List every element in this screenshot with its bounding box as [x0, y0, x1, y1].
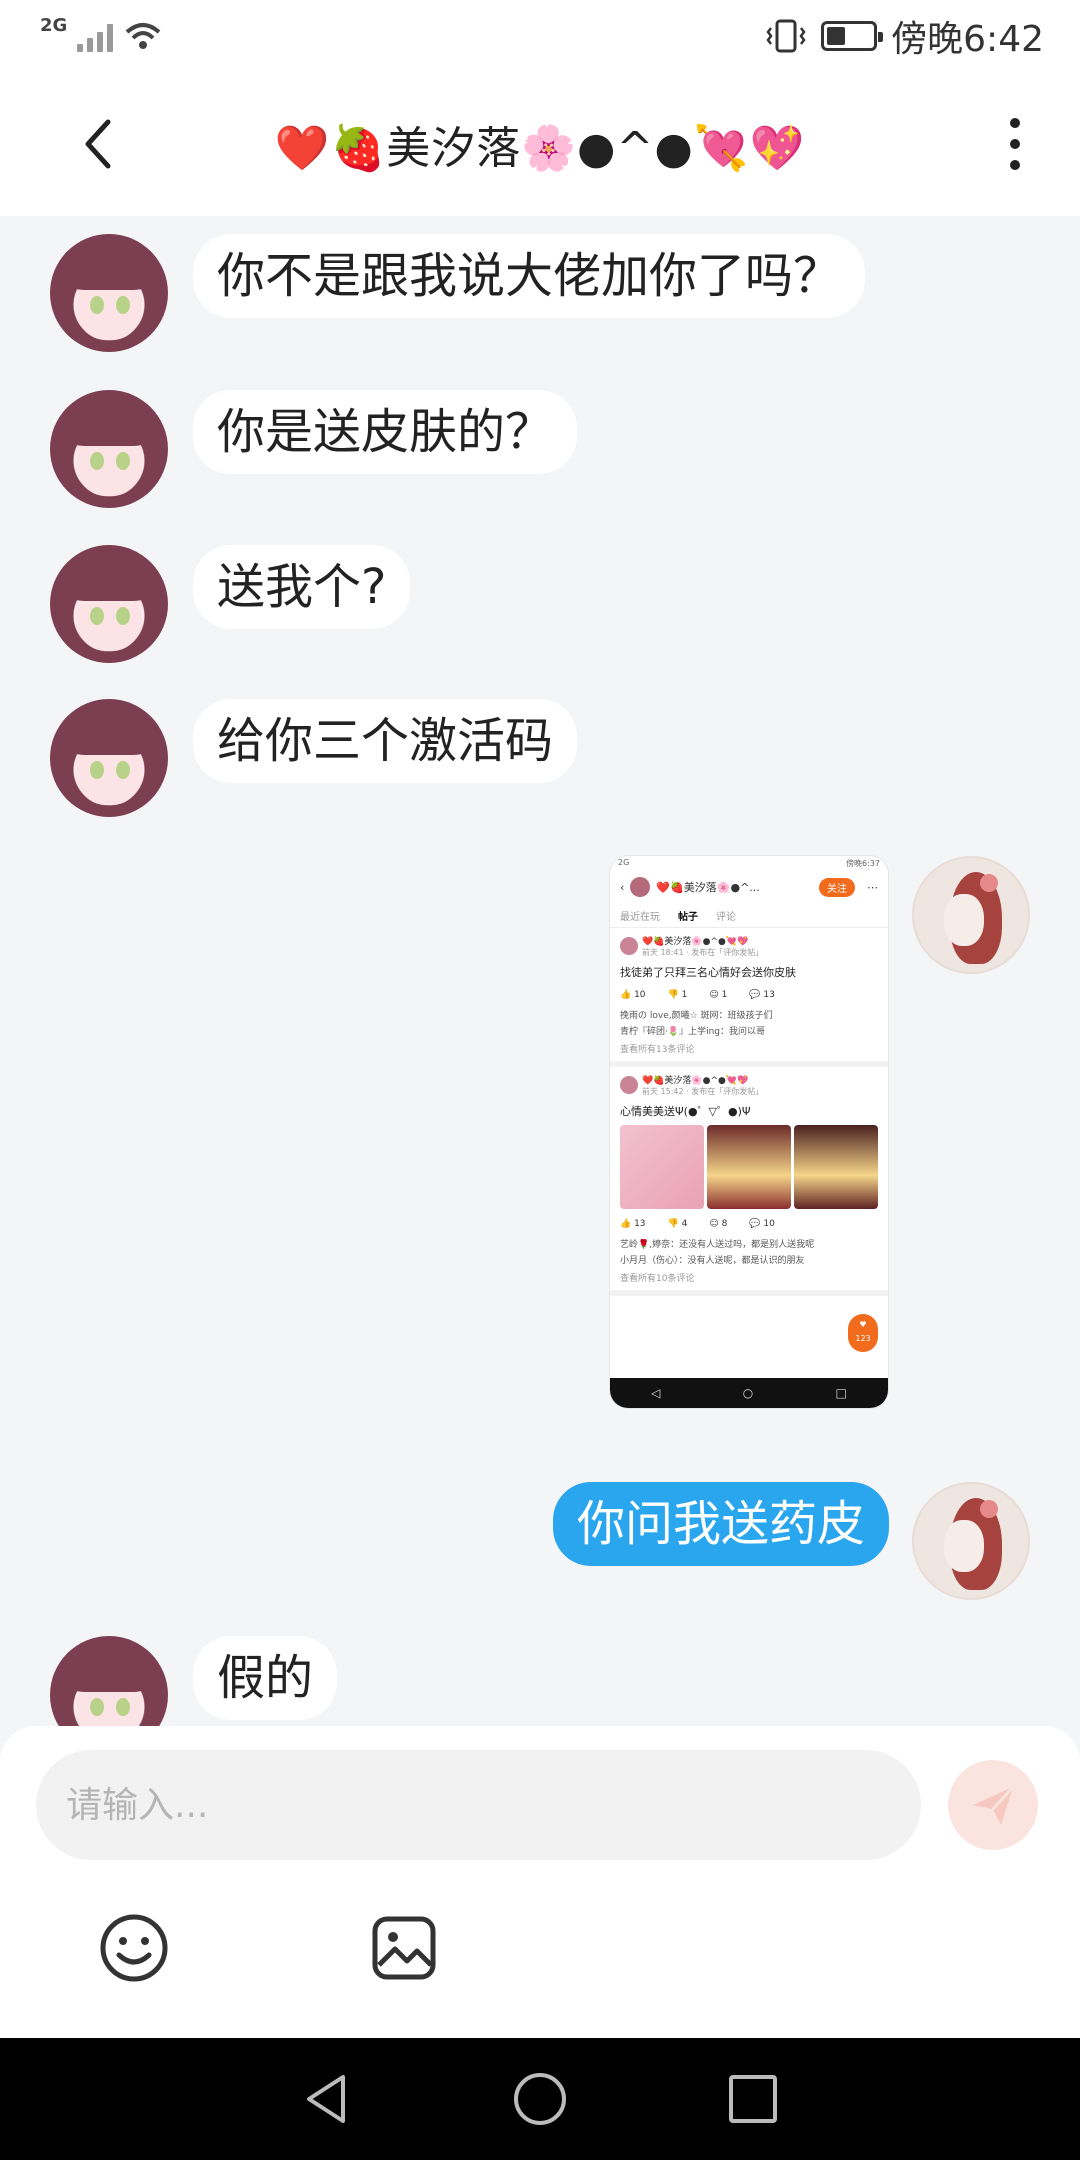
- composer: [0, 1726, 1080, 2038]
- screenshot-tabs: 最近在玩 帖子 评论: [610, 904, 888, 928]
- post-actions: 👍 10 👎 1 ☺ 1 💬 13: [620, 990, 878, 1000]
- square-recents-icon: [729, 2075, 778, 2123]
- post-actions: 👍 13 👎 4 ☺ 8 💬 10: [620, 1219, 878, 1229]
- post-text: 找徒弟了只拜三名心情好会送你皮肤: [620, 966, 796, 979]
- post-text: 心情美美送Ψ(●゜▽゜●)Ψ: [620, 1105, 751, 1118]
- system-nav-bar: [0, 2038, 1080, 2160]
- screenshot-time: 傍晚6:37: [846, 859, 880, 868]
- triangle-back-icon: [306, 2075, 345, 2123]
- heart-badge: ♥ 123: [848, 1314, 878, 1352]
- signal-icon: [77, 20, 114, 52]
- screenshot-status-bar: 2G 傍晚6:37: [618, 858, 880, 868]
- back-button[interactable]: [70, 116, 126, 172]
- screenshot-tab: 最近在玩: [620, 912, 660, 923]
- vibrate-icon: [766, 19, 806, 53]
- comment-count: 💬 10: [749, 1219, 775, 1229]
- screenshot-post: ❤️🍓美汐落🌸●^●💘💖 前天 15:42 · 发布在「评你发帖」 心情美美送Ψ…: [610, 1067, 888, 1352]
- screenshot-image-message[interactable]: 2G 傍晚6:37 ‹ ❤️🍓美汐落🌸●^... 关注 ⋯ 最近在玩 帖子 评论 …: [610, 856, 888, 1408]
- image-icon: [372, 1916, 436, 1980]
- self-avatar[interactable]: [912, 1482, 1030, 1600]
- post-author: ❤️🍓美汐落🌸●^●💘💖: [642, 1076, 749, 1086]
- comment-count: 💬 13: [749, 990, 775, 1000]
- back-nav-icon: ◁: [651, 1386, 661, 1400]
- status-bar: 2G 傍晚6:42: [0, 0, 1080, 72]
- screenshot-avatar: [630, 877, 651, 897]
- chat-header: ❤️🍓美汐落🌸●^●💘💖: [0, 72, 1080, 216]
- more-dot-icon: [1010, 118, 1020, 128]
- post-author-row: ❤️🍓美汐落🌸●^●💘💖 前天 15:42 · 发布在「评你发帖」: [620, 1073, 878, 1097]
- image-picker-button[interactable]: [368, 1912, 440, 1984]
- screenshot-navbar: ◁ ○ □: [610, 1378, 888, 1408]
- nav-recents-button[interactable]: [718, 2064, 788, 2134]
- screenshot-header: ‹ ❤️🍓美汐落🌸●^... 关注 ⋯: [610, 870, 888, 904]
- post-images: [620, 1125, 878, 1209]
- emoji-button[interactable]: [98, 1912, 170, 1984]
- message-list[interactable]: 你不是跟我说大佬加你了吗？ 你是送皮肤的？ 送我个? 给你三个激活码 2G 傍晚6…: [0, 216, 1080, 1726]
- recent-nav-icon: □: [835, 1386, 847, 1400]
- screenshot-tab: 帖子: [678, 912, 698, 923]
- message-bubble-received[interactable]: 你不是跟我说大佬加你了吗？: [193, 234, 866, 318]
- screenshot-username: ❤️🍓美汐落🌸●^...: [656, 881, 760, 894]
- post-avatar: [620, 1076, 638, 1094]
- home-nav-icon: ○: [742, 1386, 754, 1400]
- dislike-count: 👎 1: [667, 990, 688, 1000]
- contact-avatar[interactable]: [50, 1636, 168, 1726]
- comment-line: 艺岭🌹,婷奈：还没有人送过吗，都是别人送我呢: [620, 1240, 815, 1250]
- contact-avatar[interactable]: [50, 545, 168, 663]
- battery-icon: [821, 21, 884, 51]
- message-input[interactable]: [36, 1750, 921, 1860]
- circle-home-icon: [513, 2073, 566, 2125]
- view-all-comments: 查看所有13条评论: [620, 1045, 695, 1055]
- post-author: ❤️🍓美汐落🌸●^●💘💖: [642, 937, 749, 947]
- contact-avatar[interactable]: [50, 699, 168, 817]
- post-comments: 艺岭🌹,婷奈：还没有人送过吗，都是别人送我呢 小月月（伤心）：没有人送呢，都是认…: [620, 1237, 878, 1269]
- screenshot-tab: 评论: [716, 912, 736, 923]
- battery-fill: [827, 27, 845, 45]
- post-author-row: ❤️🍓美汐落🌸●^●💘💖 前天 18:41 · 发布在「评你发帖」: [620, 934, 878, 958]
- post-image: [794, 1125, 878, 1209]
- network-type: 2G: [40, 14, 68, 36]
- post-comments: 挽雨の love,颜曦☆ 斑网：班级孩子们 青柠『碎团·🌷』上学ing：我问以哥: [620, 1008, 878, 1040]
- send-button[interactable]: [948, 1760, 1038, 1850]
- chevron-left-icon: [85, 119, 111, 169]
- message-bubble-received[interactable]: 你是送皮肤的？: [193, 390, 578, 474]
- more-dot-icon: [1010, 139, 1020, 149]
- nav-back-button[interactable]: [292, 2064, 362, 2134]
- contact-avatar[interactable]: [50, 390, 168, 508]
- more-dot-icon: [1010, 160, 1020, 170]
- post-avatar: [620, 937, 638, 955]
- post-image: [707, 1125, 791, 1209]
- nav-home-button[interactable]: [505, 2064, 575, 2134]
- status-left: 2G: [40, 15, 163, 58]
- post-meta: 前天 15:42 · 发布在「评你发帖」: [642, 1087, 764, 1096]
- comment-line: 青柠『碎团·🌷』上学ing：我问以哥: [620, 1027, 765, 1037]
- screenshot-follow-button: 关注: [819, 877, 855, 897]
- like-count: 👍 10: [620, 990, 646, 1000]
- comment-line: 小月月（伤心）：没有人送呢，都是认识的朋友: [620, 1256, 805, 1266]
- self-avatar[interactable]: [912, 856, 1030, 974]
- send-icon: [973, 1785, 1015, 1825]
- message-bubble-received[interactable]: 送我个?: [193, 545, 411, 629]
- more-icon: ⋯: [867, 880, 878, 894]
- smiley-icon: [100, 1914, 168, 1982]
- contact-avatar[interactable]: [50, 234, 168, 352]
- comment-line: 挽雨の love,颜曦☆ 斑网：班级孩子们: [620, 1011, 773, 1021]
- dislike-count: 👎 4: [667, 1219, 688, 1229]
- message-bubble-sent[interactable]: 你问我送药皮: [553, 1482, 890, 1566]
- message-bubble-received[interactable]: 假的: [193, 1636, 338, 1720]
- screenshot-post: ❤️🍓美汐落🌸●^●💘💖 前天 18:41 · 发布在「评你发帖」 找徒弟了只拜…: [610, 928, 888, 1067]
- chevron-left-icon: ‹: [620, 880, 625, 894]
- message-bubble-received[interactable]: 给你三个激活码: [193, 699, 578, 783]
- post-meta: 前天 18:41 · 发布在「评你发帖」: [642, 948, 764, 957]
- status-right: 傍晚6:42: [765, 10, 1044, 62]
- wifi-icon: [125, 23, 161, 49]
- chat-title: ❤️🍓美汐落🌸●^●💘💖: [274, 123, 806, 174]
- more-options-button[interactable]: [990, 112, 1040, 176]
- react-count: ☺ 8: [709, 1219, 728, 1229]
- clock: 傍晚6:42: [891, 19, 1044, 60]
- view-all-comments: 查看所有10条评论: [620, 1274, 695, 1284]
- like-count: 👍 13: [620, 1219, 646, 1229]
- post-image: [620, 1125, 704, 1209]
- react-count: ☺ 1: [709, 990, 728, 1000]
